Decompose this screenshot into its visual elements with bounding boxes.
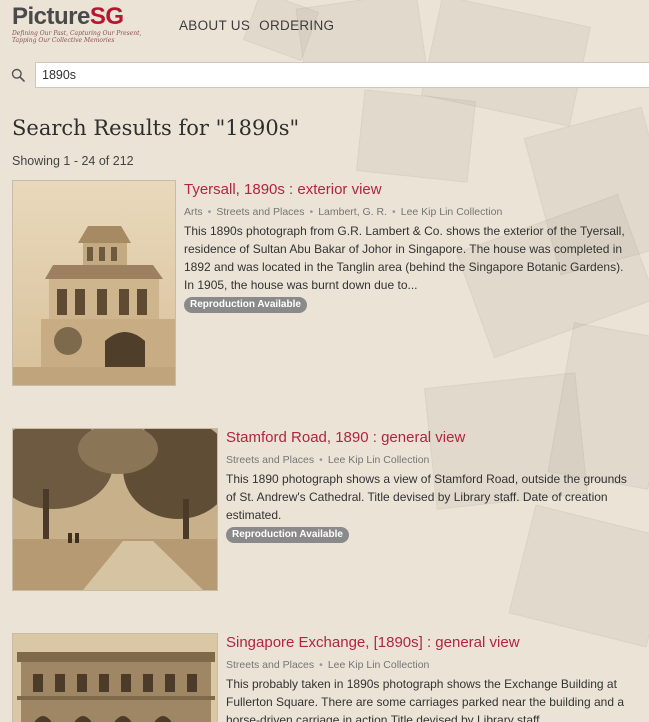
tag-link[interactable]: Lee Kip Lin Collection [401, 206, 503, 218]
site-logo[interactable]: PictureSG Defining Our Past, Capturing O… [12, 4, 152, 45]
result-item: Singapore Exchange, [1890s] : general vi… [12, 633, 642, 722]
tag-link[interactable]: Lee Kip Lin Collection [328, 659, 430, 671]
logo-tagline: Defining Our Past, Capturing Our Present… [12, 30, 142, 44]
result-tags: Arts • Streets and Places • Lambert, G. R. • L… [184, 205, 629, 219]
tag-separator: • [309, 206, 314, 218]
result-body: Tyersall, 1890s : exterior view Arts • Str… [184, 180, 629, 313]
tag-link[interactable]: Arts [184, 206, 203, 218]
search-input[interactable] [35, 62, 649, 88]
result-tags: Streets and Places • Lee Kip Lin Collectio… [226, 658, 636, 672]
nav-ordering[interactable]: ORDERING [259, 18, 334, 33]
result-body: Singapore Exchange, [1890s] : general vi… [226, 633, 636, 722]
page-title: Search Results for "1890s" [12, 116, 300, 140]
result-title-link[interactable]: Singapore Exchange, [1890s] : general vi… [226, 633, 636, 653]
search-icon[interactable] [11, 68, 25, 82]
tag-separator: • [392, 206, 396, 218]
logo-word-picture: Picture [12, 3, 90, 30]
search-bar [0, 62, 649, 90]
result-item: Stamford Road, 1890 : general view Stree… [12, 428, 642, 593]
result-tags: Streets and Places • Lee Kip Lin Collectio… [226, 453, 631, 467]
tag-link[interactable]: Streets and Places [216, 206, 304, 218]
tag-link[interactable]: Streets and Places [226, 454, 314, 466]
results-count: Showing 1 - 24 of 212 [12, 154, 134, 168]
result-thumbnail[interactable] [12, 428, 218, 591]
reproduction-badge: Reproduction Available [184, 297, 307, 313]
logo-wordmark: PictureSG [12, 4, 152, 30]
reproduction-badge: Reproduction Available [226, 527, 349, 543]
result-item: Tyersall, 1890s : exterior view Arts • Str… [12, 180, 642, 390]
result-description: This 1890 photograph shows a view of Sta… [226, 472, 627, 522]
result-thumbnail[interactable] [12, 180, 176, 386]
tag-link[interactable]: Lee Kip Lin Collection [328, 454, 430, 466]
tag-separator: • [319, 454, 323, 466]
tag-separator: • [319, 659, 323, 671]
result-title-link[interactable]: Stamford Road, 1890 : general view [226, 428, 631, 448]
tag-separator: • [207, 206, 212, 218]
site-header: PictureSG Defining Our Past, Capturing O… [0, 0, 649, 52]
tag-link[interactable]: Lambert, G. R. [318, 206, 387, 218]
tag-link[interactable]: Streets and Places [226, 659, 314, 671]
result-body: Stamford Road, 1890 : general view Stree… [226, 428, 631, 543]
result-description: This probably taken in 1890s photograph … [226, 677, 625, 722]
result-title-link[interactable]: Tyersall, 1890s : exterior view [184, 180, 629, 200]
main-nav: ABOUT US ORDERING [179, 18, 334, 33]
result-description: This 1890s photograph from G.R. Lambert … [184, 224, 625, 292]
nav-about-us[interactable]: ABOUT US [179, 18, 250, 33]
logo-word-sg: SG [89, 3, 124, 30]
result-thumbnail[interactable] [12, 633, 218, 722]
